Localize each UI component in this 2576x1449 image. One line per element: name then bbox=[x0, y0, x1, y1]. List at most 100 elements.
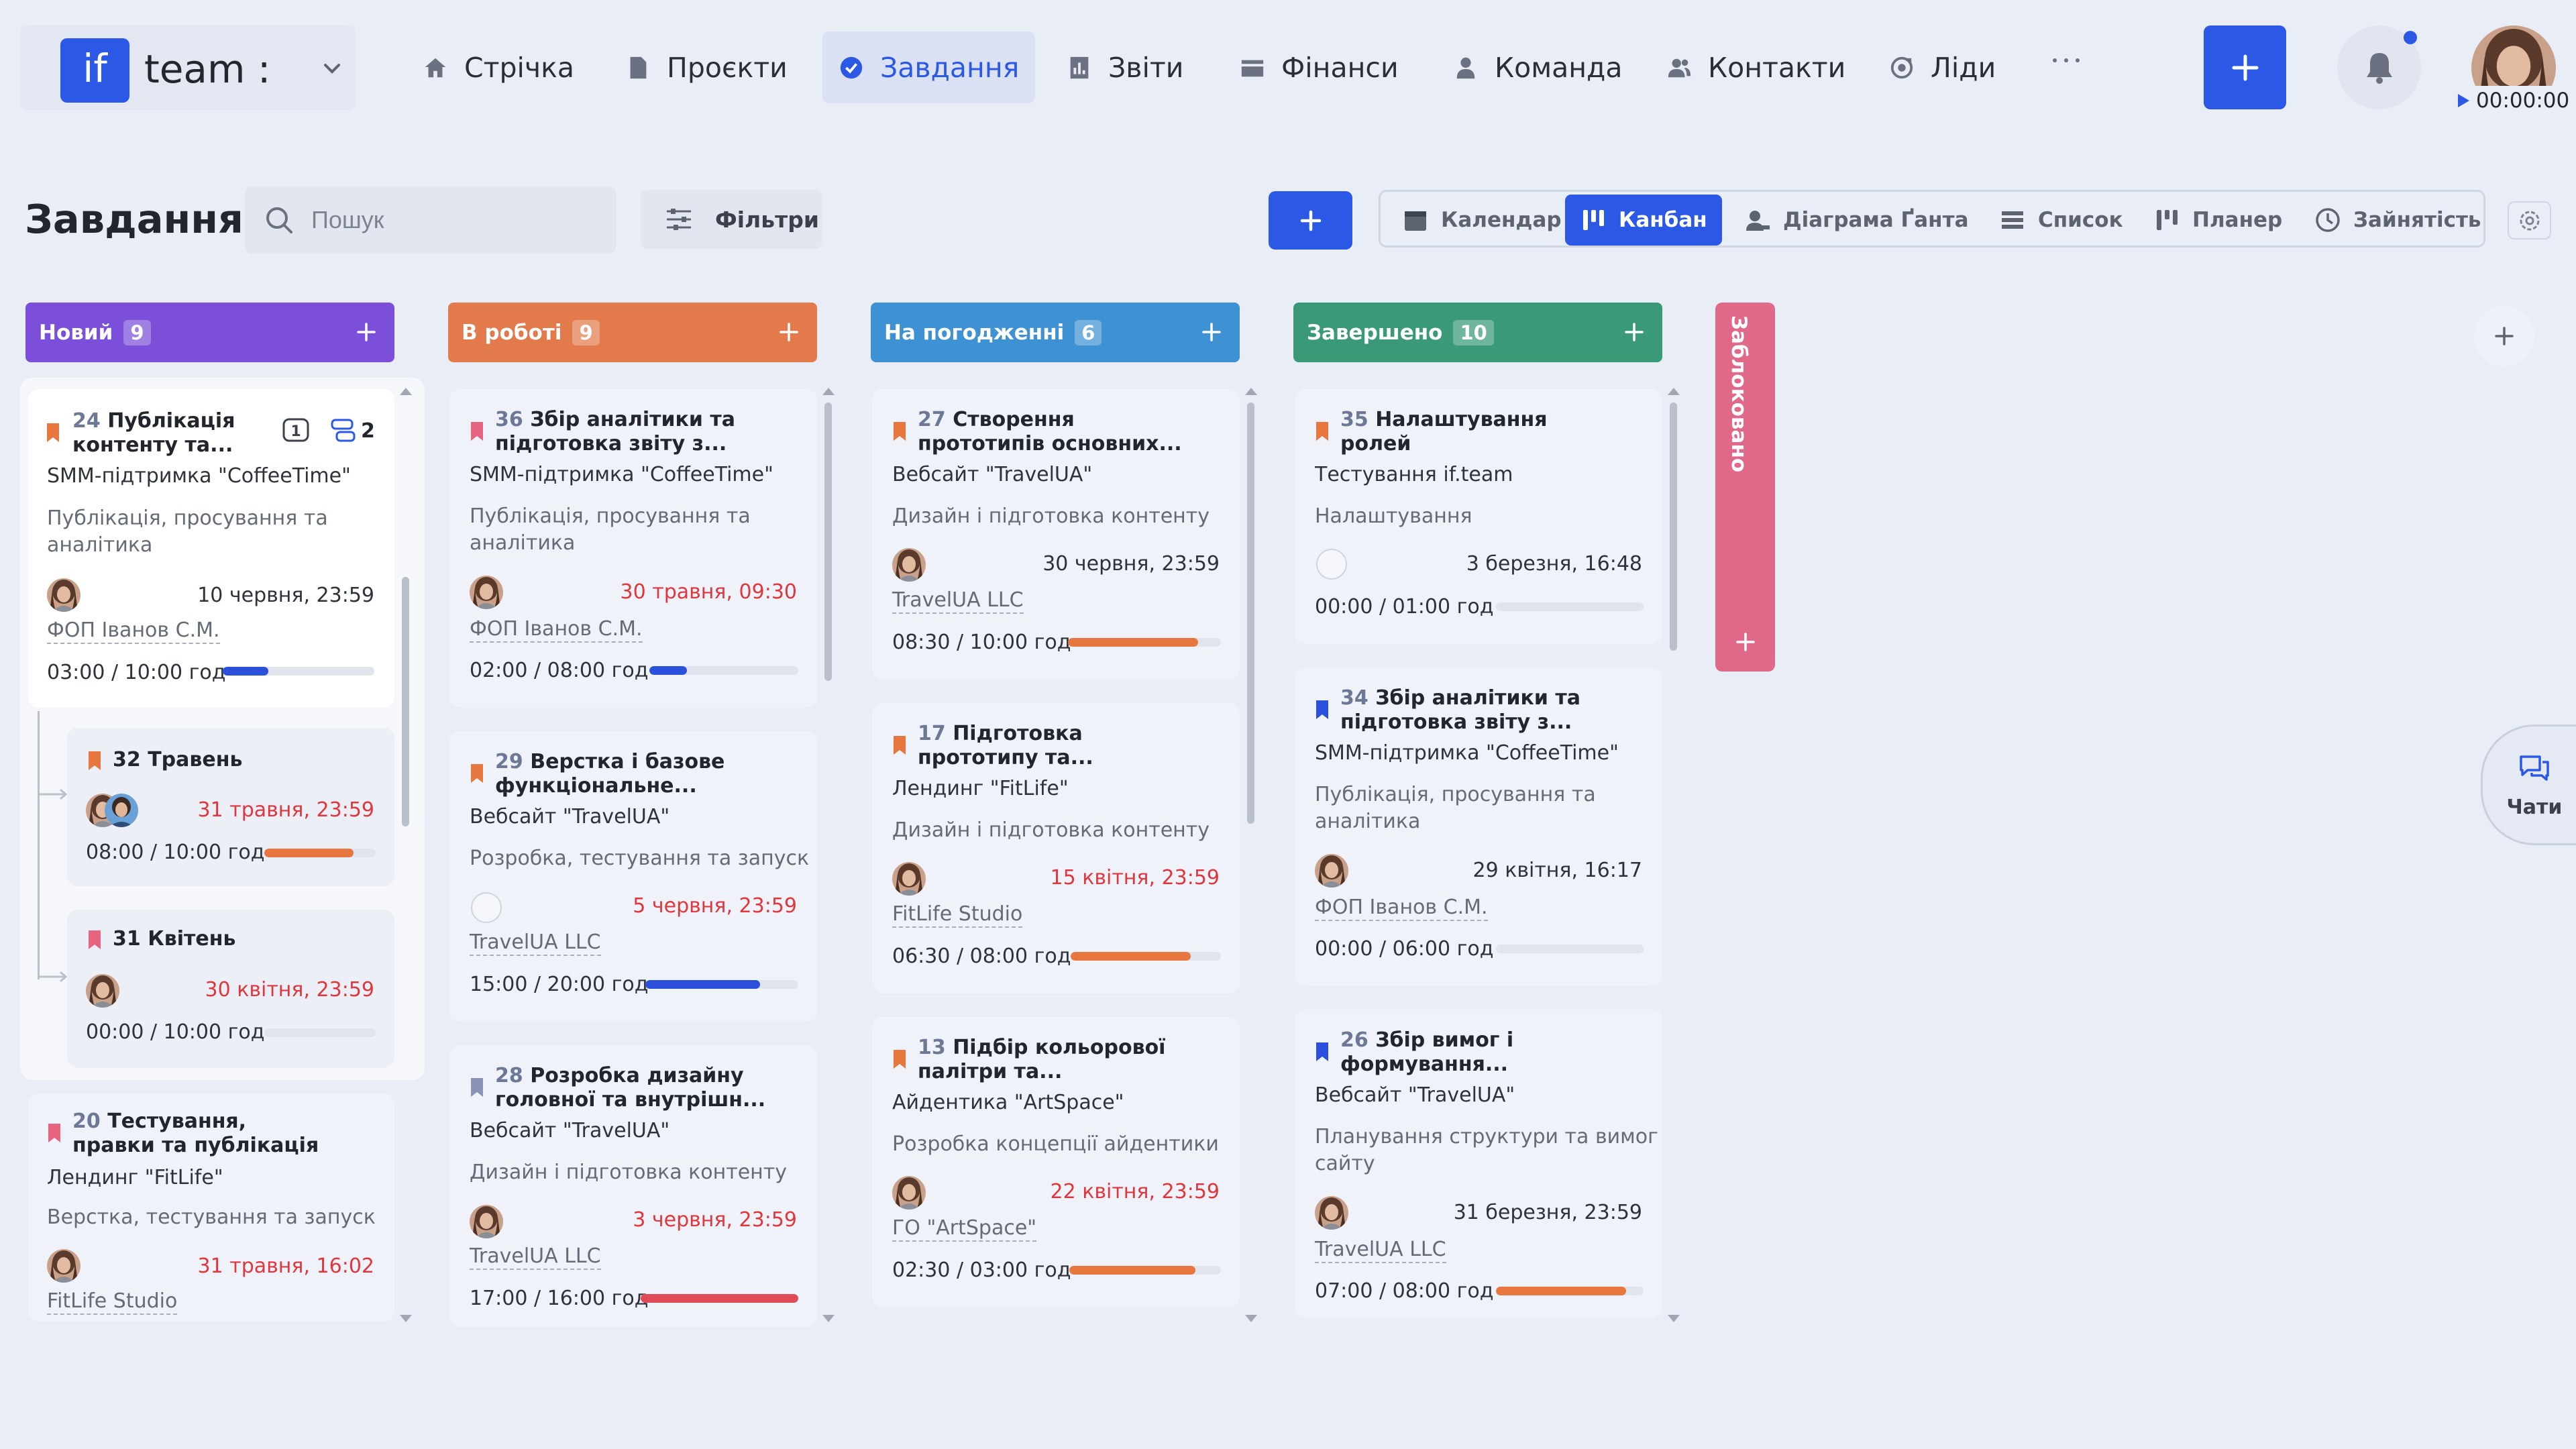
avatar[interactable] bbox=[86, 974, 119, 1008]
task-client[interactable]: ФОП Іванов С.М. bbox=[470, 617, 643, 643]
avatar[interactable] bbox=[892, 862, 926, 896]
nav-more-button[interactable] bbox=[2049, 54, 2083, 67]
task-card-17[interactable]: 17 Підготовка прототипу та... Лендинг "Fi… bbox=[872, 703, 1240, 994]
column-header-in-progress[interactable]: В роботі 9 bbox=[448, 303, 817, 362]
column-scrollbar[interactable] bbox=[1670, 402, 1677, 651]
task-card-34[interactable]: 34 Збір аналітики та підготовка звіту з..… bbox=[1295, 667, 1662, 986]
avatar[interactable] bbox=[892, 548, 926, 582]
task-card-13[interactable]: 13 Підбір кольорової палітри та... Айдент… bbox=[872, 1017, 1240, 1307]
search-box[interactable] bbox=[245, 186, 616, 254]
task-time: 02:30 / 03:00 год bbox=[892, 1258, 1071, 1282]
kanban-icon bbox=[1583, 210, 1604, 230]
view-planner[interactable]: Планер bbox=[2139, 195, 2297, 246]
plus-icon[interactable] bbox=[1198, 319, 1225, 345]
view-kanban[interactable]: Канбан bbox=[1565, 195, 1722, 246]
column-header-done[interactable]: Завершено 10 bbox=[1293, 303, 1662, 362]
task-client[interactable]: FitLife Studio bbox=[47, 1289, 178, 1315]
column-header-new[interactable]: Новий 9 bbox=[25, 303, 394, 362]
avatar-placeholder-icon[interactable] bbox=[471, 892, 502, 923]
plus-icon[interactable] bbox=[353, 319, 380, 345]
task-card-24[interactable]: 24 Публікація контенту та... 1 2 SMM-підт… bbox=[28, 389, 394, 708]
scroll-up-arrow[interactable] bbox=[1245, 388, 1257, 395]
scroll-up-arrow[interactable] bbox=[400, 388, 412, 395]
plus-icon[interactable] bbox=[1732, 629, 1759, 655]
scroll-up-arrow[interactable] bbox=[1668, 388, 1680, 395]
nav-reports[interactable]: Звіти bbox=[1051, 32, 1199, 103]
plus-icon[interactable] bbox=[1621, 319, 1648, 345]
check-circle-icon bbox=[840, 56, 863, 78]
chats-button[interactable]: Чати bbox=[2481, 724, 2576, 845]
bookmark-icon bbox=[470, 421, 484, 441]
nav-tasks[interactable]: Завдання bbox=[822, 32, 1036, 103]
arrow-right-icon bbox=[38, 788, 68, 800]
avatar[interactable] bbox=[47, 1249, 80, 1283]
search-input[interactable] bbox=[311, 206, 593, 234]
plus-icon[interactable] bbox=[775, 319, 802, 345]
task-card-29[interactable]: 29 Верстка і базове функціональне... Вебс… bbox=[449, 731, 817, 1022]
avatar-placeholder-icon[interactable] bbox=[1316, 549, 1347, 580]
locked-column-name: Заблоковано bbox=[1727, 315, 1751, 473]
task-client[interactable]: ГО "ArtSpace" bbox=[892, 1216, 1037, 1242]
nav-team[interactable]: Команда bbox=[1437, 32, 1639, 103]
column-scrollbar[interactable] bbox=[1247, 402, 1254, 824]
avatar[interactable] bbox=[105, 794, 138, 827]
task-client[interactable]: TravelUA LLC bbox=[470, 930, 601, 956]
column-header-review[interactable]: На погодженні 6 bbox=[871, 303, 1240, 362]
task-deadline: 3 червня, 23:59 bbox=[633, 1208, 797, 1232]
nav-contacts[interactable]: Контакти bbox=[1650, 32, 1862, 103]
task-stage: Налаштування bbox=[1315, 504, 1472, 528]
nav-leads[interactable]: Ліди bbox=[1873, 32, 2012, 103]
task-client[interactable]: ФОП Іванов С.М. bbox=[47, 619, 220, 644]
task-card-28[interactable]: 28 Розробка дизайну головної та внутрішн.… bbox=[449, 1045, 817, 1327]
column-scrollbar[interactable] bbox=[824, 402, 832, 681]
avatar[interactable] bbox=[470, 576, 503, 609]
task-client[interactable]: FitLife Studio bbox=[892, 902, 1023, 928]
view-list[interactable]: Список bbox=[1984, 195, 2138, 246]
bell-icon bbox=[2366, 52, 2392, 84]
avatar[interactable] bbox=[470, 1205, 503, 1238]
subtasks-badge[interactable]: 2 bbox=[330, 417, 375, 444]
avatar[interactable] bbox=[1315, 1196, 1348, 1230]
svg-text:1: 1 bbox=[290, 423, 301, 440]
add-column-button[interactable] bbox=[2474, 306, 2534, 366]
time-tracker[interactable]: 00:00:00 bbox=[2452, 86, 2574, 115]
task-card-35[interactable]: 35 Налаштування ролей Тестування if.team … bbox=[1295, 389, 1662, 644]
view-gantt[interactable]: Діаграма Ґанта bbox=[1729, 195, 1984, 246]
task-project: Лендинг "FitLife" bbox=[892, 777, 1069, 800]
view-workload[interactable]: Зайнятість bbox=[2300, 195, 2496, 246]
task-card-20[interactable]: 20 Тестування, правки та публікація Ленди… bbox=[28, 1093, 394, 1322]
task-client[interactable]: TravelUA LLC bbox=[1315, 1238, 1446, 1263]
create-button[interactable] bbox=[2204, 25, 2286, 109]
nav-feed[interactable]: Стрічка bbox=[407, 32, 590, 103]
avatar[interactable] bbox=[892, 1176, 926, 1210]
view-label: Список bbox=[2038, 208, 2123, 232]
nav-finance[interactable]: Фінанси bbox=[1224, 32, 1415, 103]
add-task-button[interactable] bbox=[1269, 191, 1352, 250]
column-scrollbar[interactable] bbox=[402, 577, 409, 826]
scroll-down-arrow[interactable] bbox=[1245, 1315, 1257, 1322]
board-settings-button[interactable] bbox=[2508, 201, 2551, 239]
workspace-switcher[interactable]: if team : bbox=[20, 25, 356, 110]
bookmark-icon bbox=[892, 421, 907, 441]
checklist-badge[interactable]: 1 bbox=[282, 417, 310, 443]
scroll-down-arrow[interactable] bbox=[400, 1315, 412, 1322]
avatar[interactable] bbox=[47, 578, 80, 612]
view-calendar[interactable]: Календар bbox=[1387, 195, 1576, 246]
plus-icon bbox=[2495, 327, 2514, 345]
chat-icon bbox=[2520, 755, 2549, 781]
nav-projects[interactable]: Проєкти bbox=[609, 32, 804, 103]
task-card-36[interactable]: 36 Збір аналітики та підготовка звіту з..… bbox=[449, 389, 817, 708]
task-client[interactable]: TravelUA LLC bbox=[892, 588, 1024, 614]
task-card-26[interactable]: 26 Збір вимог і формування... Вебсайт "Tr… bbox=[1295, 1010, 1662, 1318]
subtask-card-32[interactable]: 32 Травень 31 травня, 23:59 08:00 / 10:0… bbox=[67, 728, 394, 886]
scroll-down-arrow[interactable] bbox=[1668, 1315, 1680, 1322]
filters-button[interactable]: Фільтри bbox=[641, 190, 822, 249]
task-client[interactable]: TravelUA LLC bbox=[470, 1244, 601, 1270]
task-client[interactable]: ФОП Іванов С.М. bbox=[1315, 896, 1488, 921]
scroll-up-arrow[interactable] bbox=[822, 388, 835, 395]
subtask-card-31[interactable]: 31 Квітень 30 квітня, 23:59 00:00 / 10:0… bbox=[67, 910, 394, 1068]
scroll-down-arrow[interactable] bbox=[822, 1315, 835, 1322]
plus-icon bbox=[2232, 54, 2258, 80]
avatar[interactable] bbox=[1315, 854, 1348, 888]
task-card-27[interactable]: 27 Створення прототипів основних... Вебса… bbox=[872, 389, 1240, 680]
